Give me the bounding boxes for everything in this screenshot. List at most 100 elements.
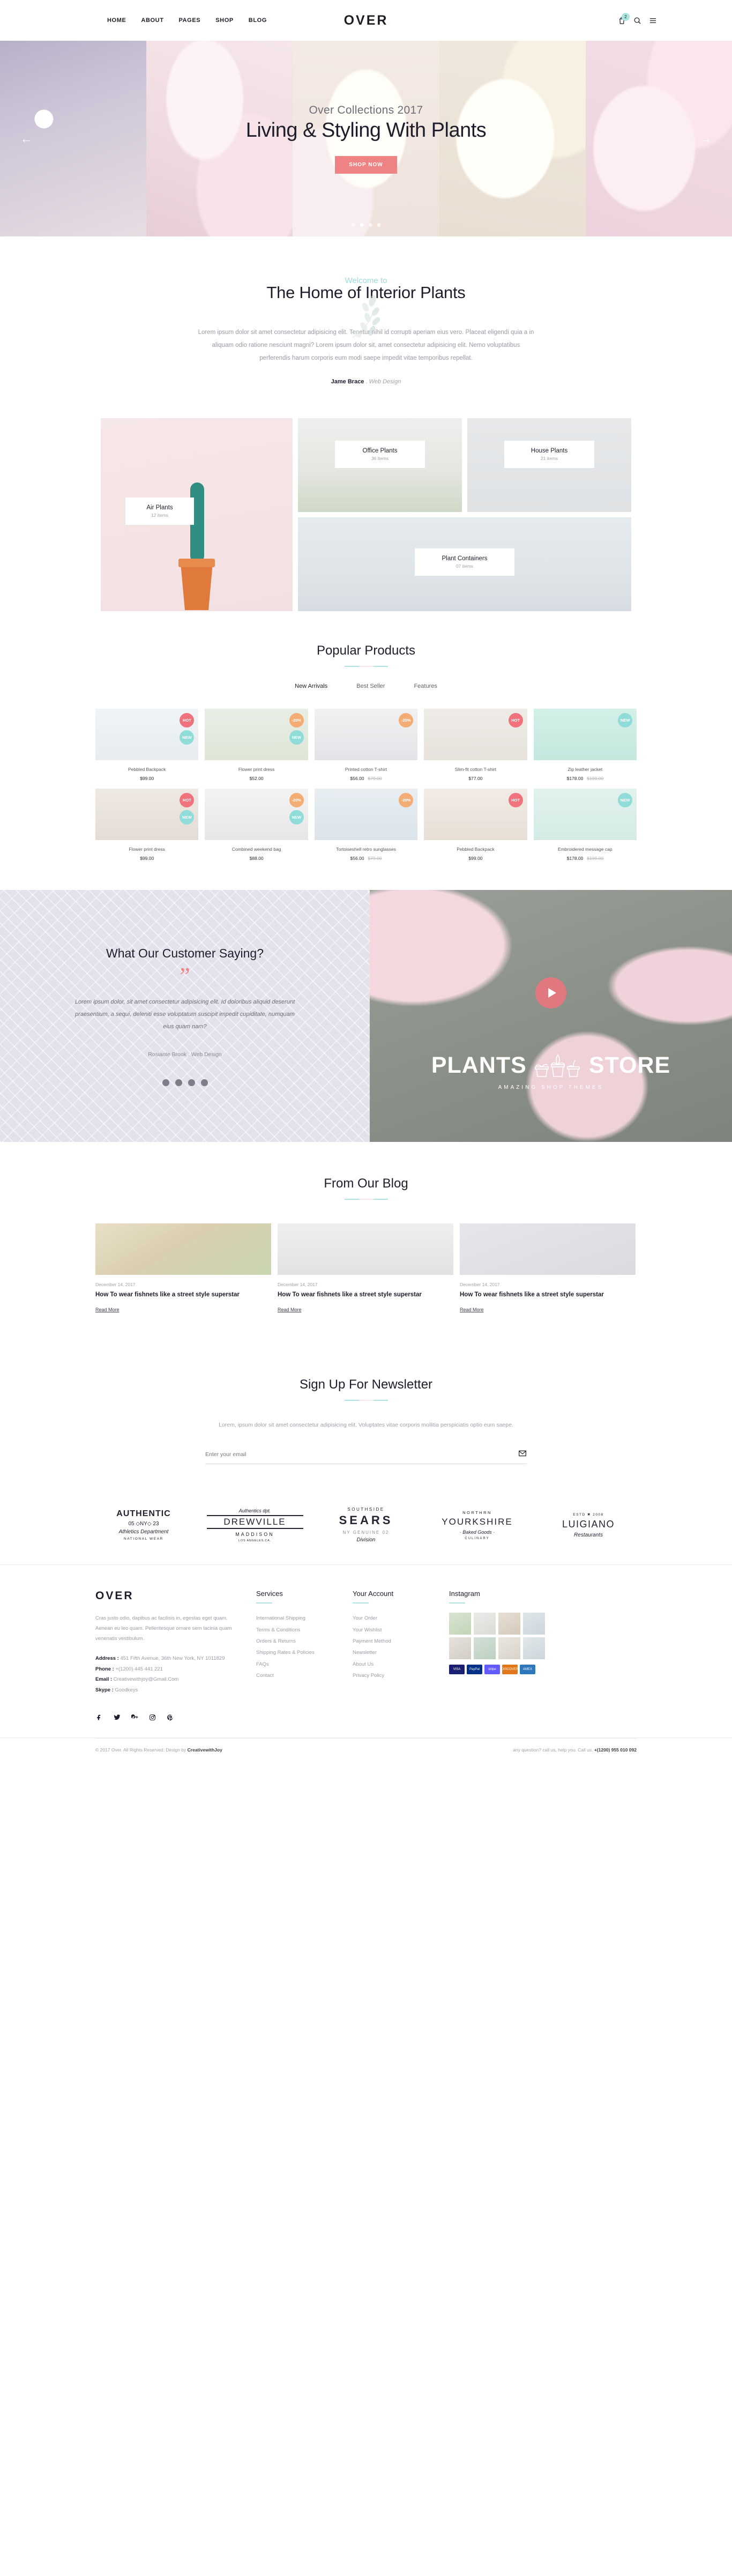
footer-link-privacy-policy[interactable]: Privacy Policy — [353, 1670, 449, 1681]
testimonial-dot-2[interactable] — [175, 1079, 182, 1087]
nav-item-pages[interactable]: PAGES — [179, 17, 201, 24]
testimonial-dot-3[interactable] — [188, 1079, 195, 1087]
twitter-icon[interactable] — [113, 1713, 121, 1721]
site-header: HOME ABOUT PAGES SHOP BLOG OVER 2 — [0, 0, 732, 41]
product-image[interactable]: HOT NEW — [95, 709, 199, 761]
testimonial-dot-4[interactable] — [200, 1079, 208, 1087]
read-more-link[interactable]: Read More — [95, 1307, 119, 1312]
hero-dot-2[interactable] — [360, 223, 364, 227]
instagram-thumbnail[interactable] — [474, 1613, 496, 1635]
product-card[interactable]: -20% Printed cotton T-shirt $56.00 $79.00 — [314, 709, 418, 781]
play-button[interactable] — [535, 977, 566, 1009]
footer-heading-underline — [353, 1602, 369, 1604]
category-name: Air Plants — [146, 504, 173, 511]
tab-best-seller[interactable]: Best Seller — [356, 683, 385, 689]
product-image[interactable]: -20% — [314, 789, 418, 841]
product-image[interactable]: -20% NEW — [205, 709, 308, 761]
newsletter-submit-button[interactable] — [518, 1449, 527, 1459]
product-card[interactable]: -20% NEW Flower print dress $52.00 — [205, 709, 308, 781]
product-card[interactable]: HOT NEW Pebbled Backpack $99.00 — [95, 709, 199, 781]
footer-link-terms[interactable]: Terms & Conditions — [256, 1624, 353, 1636]
footer-link-orders-returns[interactable]: Orders & Returns — [256, 1636, 353, 1647]
brand-line-1: Authentics dpt. — [238, 1508, 271, 1513]
instagram-thumbnail[interactable] — [523, 1637, 545, 1660]
product-image[interactable]: NEW — [533, 789, 637, 841]
footer-link-shipping-rates[interactable]: Shipping Rates & Policies — [256, 1647, 353, 1658]
instagram-thumbnail[interactable] — [498, 1637, 520, 1660]
product-card[interactable]: HOT Pebbled Backpack $99.00 — [424, 789, 527, 861]
brand-line-2: DREWVILLE — [206, 1515, 303, 1529]
footer-link-newsletter[interactable]: Newsletter — [353, 1647, 449, 1658]
search-icon[interactable] — [633, 17, 641, 25]
product-card[interactable]: HOT NEW Flower print dress $99.00 — [95, 789, 199, 861]
footer-logo[interactable]: OVER — [95, 1590, 235, 1602]
product-card[interactable]: -20% NEW Combined weekend bag $88.00 — [205, 789, 308, 861]
blog-thumbnail[interactable] — [95, 1223, 271, 1275]
product-card[interactable]: NEW Zip leather jacket $178.00 $199.00 — [533, 709, 637, 781]
cart-button[interactable]: 2 — [618, 12, 630, 25]
hero-next-arrow[interactable]: → — [700, 132, 712, 146]
instagram-thumbnail[interactable] — [449, 1637, 471, 1660]
product-image[interactable]: HOT NEW — [95, 789, 199, 841]
facebook-icon[interactable] — [95, 1713, 103, 1721]
instagram-thumbnail[interactable] — [498, 1613, 520, 1635]
instagram-icon[interactable] — [148, 1713, 156, 1721]
blog-title[interactable]: How To wear fishnets like a street style… — [460, 1290, 636, 1300]
instagram-thumbnail[interactable] — [474, 1637, 496, 1660]
hero-dot-1[interactable] — [351, 223, 355, 227]
google-plus-icon[interactable] — [131, 1713, 139, 1721]
testimonial-dot-1[interactable] — [162, 1079, 169, 1087]
blog-card[interactable]: December 14, 2017 How To wear fishnets l… — [460, 1223, 636, 1314]
instagram-thumbnail[interactable] — [449, 1613, 471, 1635]
blog-title[interactable]: How To wear fishnets like a street style… — [278, 1290, 453, 1300]
support-phone[interactable]: +(1200) 955 010 092 — [594, 1747, 637, 1753]
blog-title[interactable]: How To wear fishnets like a street style… — [95, 1290, 271, 1300]
product-image[interactable]: -20% — [314, 709, 418, 761]
hero-dot-3[interactable] — [368, 223, 372, 227]
product-image[interactable]: HOT — [424, 709, 527, 761]
blog-thumbnail[interactable] — [460, 1223, 636, 1275]
footer-link-your-order[interactable]: Your Order — [353, 1613, 449, 1624]
footer-link-international-shipping[interactable]: International Shipping — [256, 1613, 353, 1624]
footer-link-faqs[interactable]: FAQs — [256, 1659, 353, 1670]
product-image[interactable]: HOT — [424, 789, 527, 841]
hero-prev-arrow[interactable]: ← — [20, 132, 32, 146]
instagram-thumbnail[interactable] — [523, 1613, 545, 1635]
copyright-brand[interactable]: CreativewithJoy — [188, 1747, 222, 1753]
category-card-plant-containers[interactable]: Plant Containers 07 items — [298, 517, 631, 612]
shop-now-button[interactable]: SHOP NOW — [335, 155, 397, 174]
blog-card[interactable]: December 14, 2017 How To wear fishnets l… — [278, 1223, 453, 1314]
category-card-office-plants[interactable]: Office Plants 36 items — [298, 418, 462, 513]
product-image[interactable]: NEW — [533, 709, 637, 761]
category-card-house-plants[interactable]: House Plants 21 items — [467, 418, 631, 513]
footer-link-contact[interactable]: Contact — [256, 1670, 353, 1681]
category-card-air-plants[interactable]: Air Plants 12 items — [101, 418, 293, 612]
read-more-link[interactable]: Read More — [460, 1307, 484, 1312]
footer-link-payment-method[interactable]: Payment Method — [353, 1636, 449, 1647]
blog-card[interactable]: December 14, 2017 How To wear fishnets l… — [95, 1223, 271, 1314]
copyright-prefix: © 2017 Over. All Rights Reserved. Design… — [95, 1747, 186, 1753]
tab-new-arrivals[interactable]: New Arrivals — [295, 683, 327, 689]
site-logo[interactable]: OVER — [344, 13, 389, 28]
nav-item-shop[interactable]: SHOP — [215, 17, 234, 24]
pinterest-icon[interactable] — [166, 1713, 174, 1721]
video-panel: PLANTS STORE AMAZING SHOP THEMES — [370, 890, 732, 1142]
blog-thumbnail[interactable] — [278, 1223, 453, 1275]
read-more-link[interactable]: Read More — [278, 1307, 302, 1312]
product-card[interactable]: NEW Embroidered message cap $178.00 $199.… — [533, 789, 637, 861]
tab-features[interactable]: Features — [414, 683, 437, 689]
badge-new: NEW — [289, 730, 304, 745]
product-image[interactable]: -20% NEW — [205, 789, 308, 841]
nav-item-about[interactable]: ABOUT — [141, 17, 163, 24]
hero-dot-4[interactable] — [377, 223, 381, 227]
nav-item-blog[interactable]: BLOG — [249, 17, 267, 24]
product-title: Pebbled Backpack — [128, 767, 166, 773]
email-input[interactable] — [205, 1451, 518, 1458]
product-card[interactable]: -20% Tortoiseshell retro sunglasses $56.… — [314, 789, 418, 861]
nav-item-home[interactable]: HOME — [107, 17, 126, 24]
hamburger-menu-icon[interactable] — [649, 17, 657, 25]
category-label-air-plants: Air Plants 12 items — [125, 498, 194, 525]
footer-link-about-us[interactable]: About Us — [353, 1659, 449, 1670]
footer-link-your-wishlist[interactable]: Your Wishlist — [353, 1624, 449, 1636]
product-card[interactable]: HOT Slim-fit cotton T-shirt $77.00 — [424, 709, 527, 781]
